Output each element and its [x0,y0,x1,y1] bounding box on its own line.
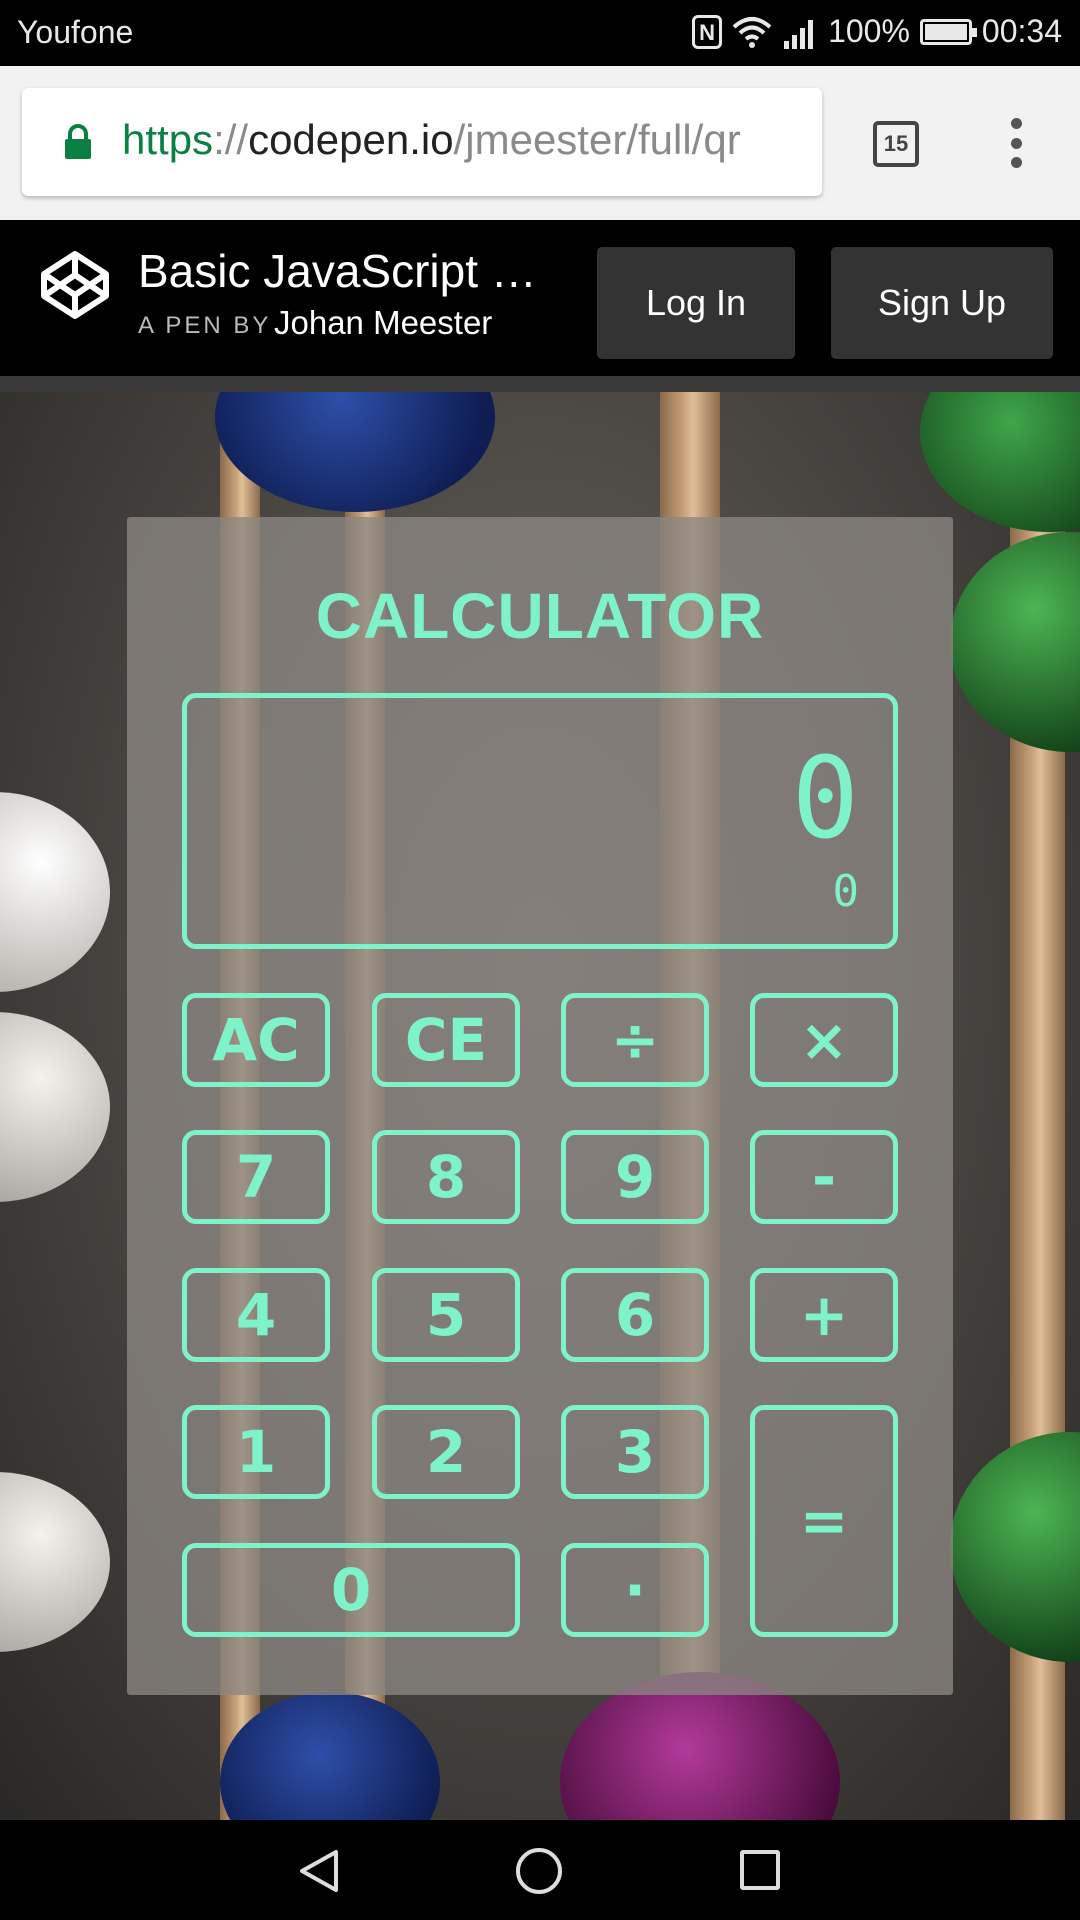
calculator-display: 0 0 [182,693,898,949]
header-divider [0,376,1080,392]
key-multiply-button[interactable]: × [750,993,898,1087]
key-ce-button[interactable]: CE [372,993,520,1087]
calculator-panel: CALCULATOR 0 0 AC CE ÷ × 7 8 9 - 4 5 6 +… [127,517,953,1695]
key-6-button[interactable]: 6 [561,1268,709,1362]
status-time: 00:34 [981,13,1062,49]
wifi-icon [732,16,772,48]
url-path: /jmeester/full/qr [453,116,741,163]
key-8-button[interactable]: 8 [372,1130,520,1224]
url-host: codepen.io [248,116,454,163]
nfc-icon: N [692,14,723,49]
key-4-button[interactable]: 4 [182,1268,330,1362]
home-icon[interactable] [516,1848,562,1894]
key-ac-button[interactable]: AC [182,993,330,1087]
key-5-button[interactable]: 5 [372,1268,520,1362]
login-button[interactable]: Log In [597,247,795,359]
url-bar[interactable]: https://codepen.io/jmeester/full/qr [22,88,822,196]
back-icon[interactable] [296,1848,340,1894]
display-result: 0 [791,734,859,864]
signup-button[interactable]: Sign Up [831,247,1053,359]
status-icons: N 100% 00:34 [692,13,1062,50]
key-0-button[interactable]: 0 [182,1543,520,1637]
recents-icon[interactable] [740,1850,780,1890]
calculator-title: CALCULATOR [315,580,765,652]
key-7-button[interactable]: 7 [182,1130,330,1224]
key-decimal-button[interactable]: · [561,1543,709,1637]
key-equals-button[interactable]: = [750,1405,898,1637]
lock-icon [65,124,91,159]
key-2-button[interactable]: 2 [372,1405,520,1499]
codepen-logo-icon[interactable] [38,248,112,322]
display-history: 0 [832,866,860,917]
key-1-button[interactable]: 1 [182,1405,330,1499]
key-divide-button[interactable]: ÷ [561,993,709,1087]
tabs-icon[interactable]: 15 [873,121,919,167]
url-scheme: https [122,116,214,163]
status-bar: Youfone N 100% 00:34 [0,0,1080,66]
menu-icon[interactable] [1006,118,1026,168]
browser-toolbar: https://codepen.io/jmeester/full/qr 15 [0,66,1080,220]
pen-author[interactable]: Johan Meester [274,304,492,342]
key-3-button[interactable]: 3 [561,1405,709,1499]
url-text[interactable]: https://codepen.io/jmeester/full/qr [122,116,741,164]
key-minus-button[interactable]: - [750,1130,898,1224]
key-9-button[interactable]: 9 [561,1130,709,1224]
codepen-header: Basic JavaScript … A PEN BY Johan Meeste… [0,220,1080,376]
battery-percent: 100% [828,13,910,49]
battery-icon [919,18,977,45]
navigation-bar [0,1820,1080,1920]
carrier-name: Youfone [17,14,134,50]
url-separator: :// [213,116,249,163]
signal-icon [784,19,814,49]
pen-title: Basic JavaScript … [138,245,537,297]
pen-byline: A PEN BY [138,312,272,339]
key-plus-button[interactable]: + [750,1268,898,1362]
